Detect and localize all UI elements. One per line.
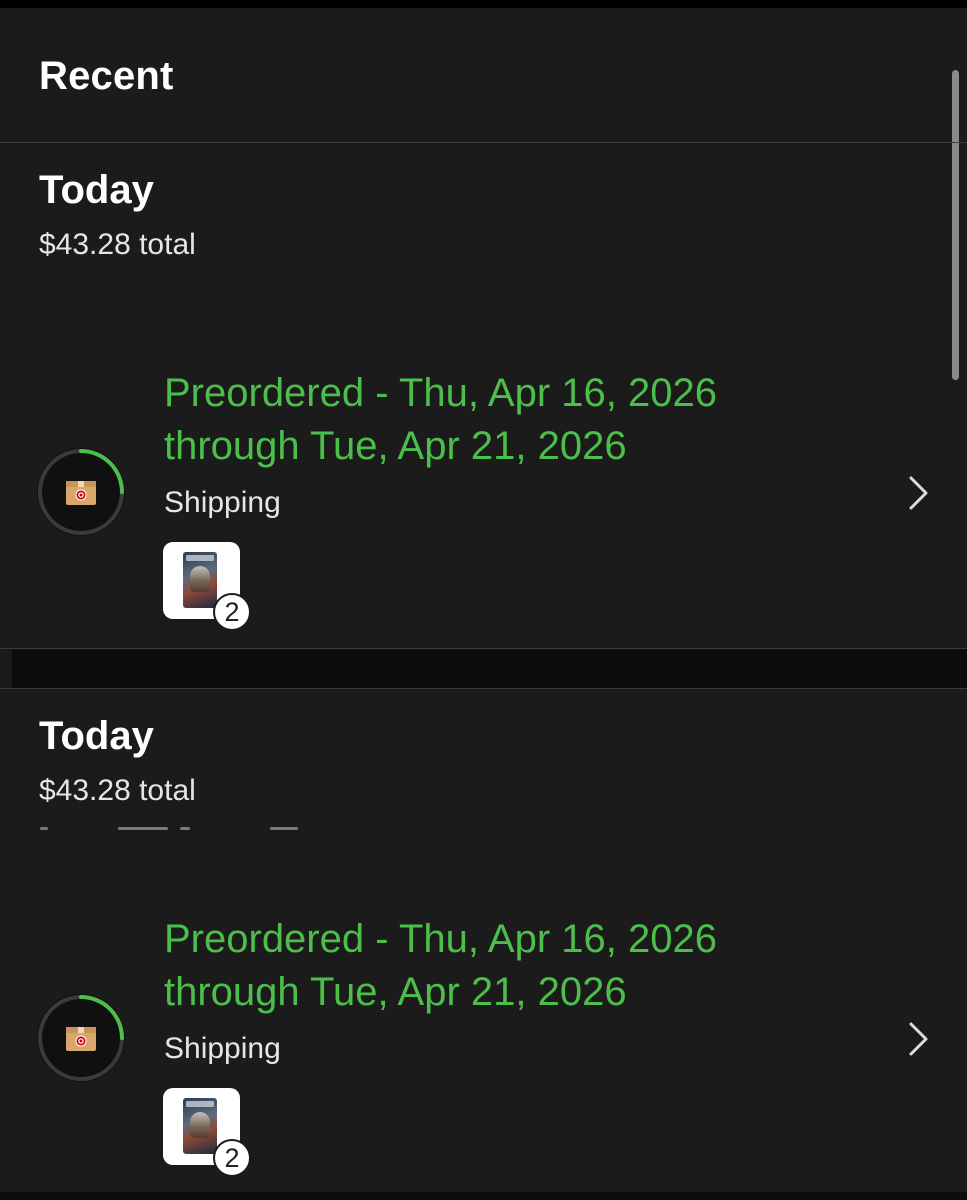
shipping-label: Shipping xyxy=(164,486,281,519)
order-status: Preordered - Thu, Apr 16, 2026 through T… xyxy=(164,367,864,473)
delivery-progress-ring xyxy=(33,444,129,540)
group-total: $43.28 total xyxy=(39,228,196,261)
chevron-right-icon[interactable] xyxy=(900,473,936,513)
order-status-line: through Tue, Apr 21, 2026 xyxy=(164,424,627,468)
shipping-label: Shipping xyxy=(164,1032,281,1065)
product-image xyxy=(183,1098,217,1154)
box-icon xyxy=(64,475,98,509)
group-date: Today xyxy=(39,714,154,758)
order-status-line: Preordered - Thu, Apr 16, 2026 xyxy=(164,917,717,961)
status-bar-edge xyxy=(0,0,967,8)
item-thumbnail[interactable]: 2 xyxy=(163,542,251,631)
order-status: Preordered - Thu, Apr 16, 2026 through T… xyxy=(164,913,864,1019)
group-date: Today xyxy=(39,168,154,212)
section-title: Recent xyxy=(39,54,174,98)
group-separator xyxy=(12,649,967,688)
orders-screen: Recent Today $43.28 total Preordered - T… xyxy=(0,0,967,1200)
item-thumbnail[interactable]: 2 xyxy=(163,1088,251,1177)
scrollbar[interactable] xyxy=(952,70,959,380)
product-image xyxy=(183,552,217,608)
order-row[interactable]: Preordered - Thu, Apr 16, 2026 through T… xyxy=(0,360,967,650)
group-total: $43.28 total xyxy=(39,774,196,807)
bottom-edge xyxy=(0,1192,967,1200)
order-status-line: Preordered - Thu, Apr 16, 2026 xyxy=(164,371,717,415)
quantity-badge: 2 xyxy=(213,1139,251,1177)
box-icon xyxy=(64,1021,98,1055)
order-group-header: Today $43.28 total xyxy=(39,713,196,809)
chevron-right-icon[interactable] xyxy=(900,1019,936,1059)
section-divider xyxy=(0,142,967,143)
delivery-progress-ring xyxy=(33,990,129,1086)
clipped-text-fragment xyxy=(40,827,300,831)
group-divider xyxy=(0,688,967,689)
order-row[interactable]: Preordered - Thu, Apr 16, 2026 through T… xyxy=(0,906,967,1196)
order-status-line: through Tue, Apr 21, 2026 xyxy=(164,970,627,1014)
order-group-header: Today $43.28 total xyxy=(39,167,196,263)
quantity-badge: 2 xyxy=(213,593,251,631)
